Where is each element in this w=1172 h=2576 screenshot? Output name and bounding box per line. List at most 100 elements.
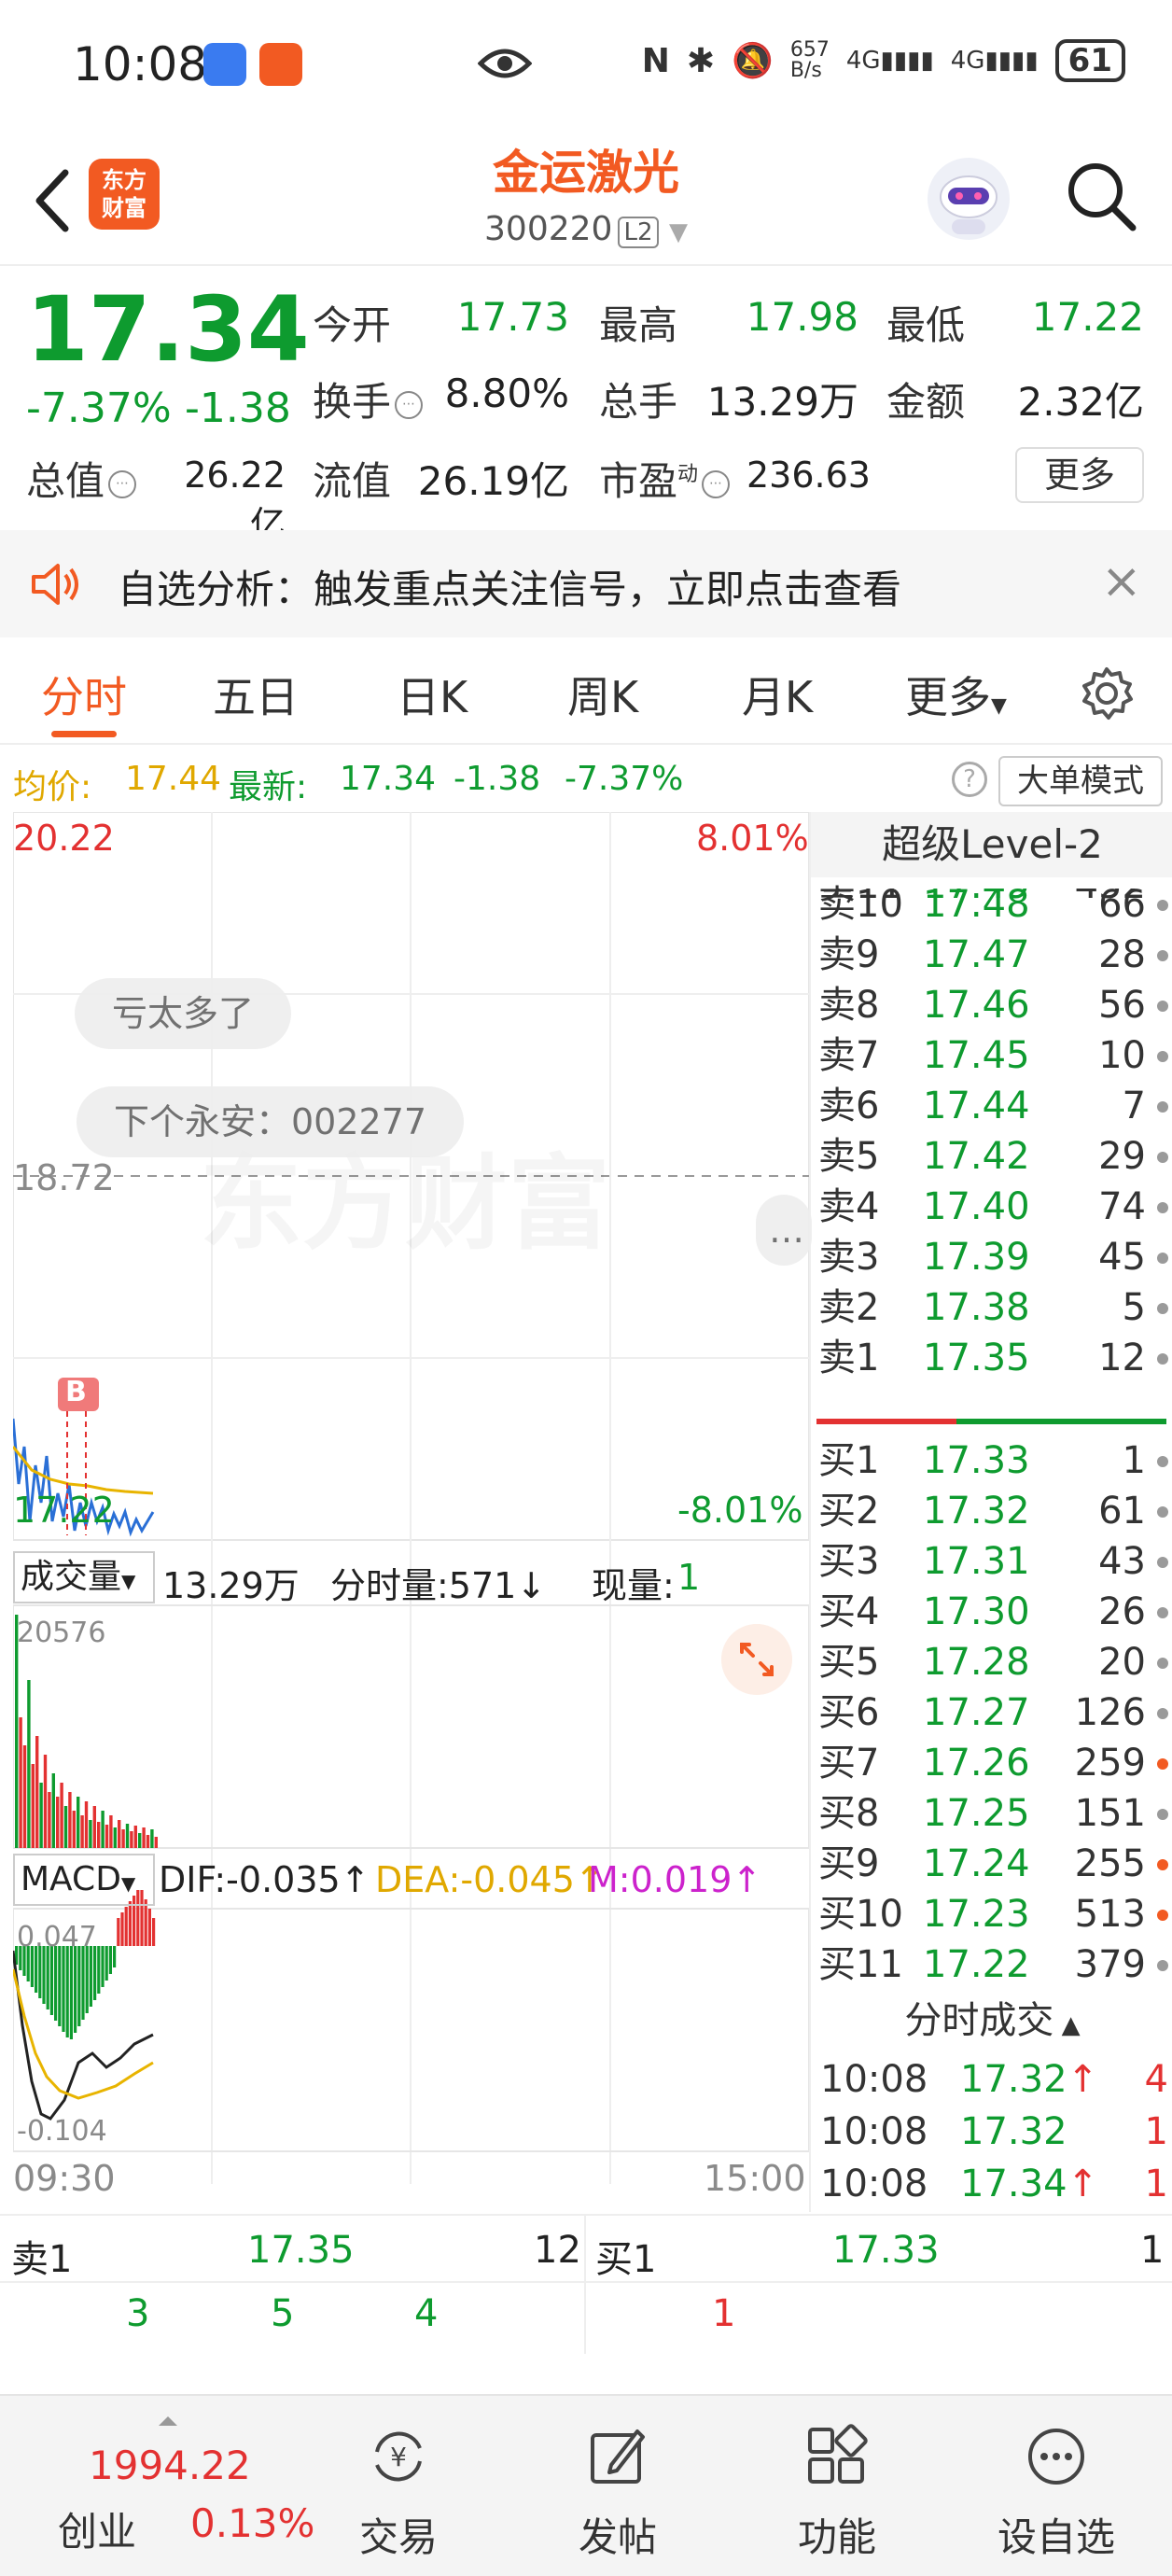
- trade-row[interactable]: 10:08 17.32 1: [811, 2106, 1172, 2158]
- orderbook-bid-row[interactable]: 买7 17.26 259: [811, 1738, 1172, 1788]
- info-icon: ⋯: [108, 469, 137, 498]
- mktcap-label[interactable]: 总值 ⋯: [26, 450, 137, 507]
- macd-bar: [85, 1946, 89, 2013]
- level2-title[interactable]: 超级Level-2: [811, 812, 1172, 877]
- trades-title[interactable]: 分时成交 ▲: [811, 1990, 1172, 2046]
- strip-ask-price: 17.35: [247, 2229, 355, 2272]
- orderbook-bid-row[interactable]: 买3 17.31 43: [811, 1536, 1172, 1587]
- caret-down-icon: ▼: [991, 694, 1007, 718]
- orderbook-ask-row[interactable]: 卖4 17.40 74: [811, 1182, 1172, 1232]
- latest-percent: -7.37%: [565, 760, 684, 798]
- signal-4g-icon: 4G▮▮▮▮: [950, 47, 1039, 75]
- orderbook-bid-row[interactable]: 买8 17.25 151: [811, 1788, 1172, 1839]
- tab-monthly-k[interactable]: 月K: [742, 664, 813, 725]
- gear-icon[interactable]: [1079, 665, 1135, 721]
- volume-bar: [39, 1783, 43, 1848]
- comment-bubble[interactable]: 下个永安：002277: [77, 1086, 465, 1157]
- time-end-label: 15:00: [704, 2158, 806, 2199]
- trade-row[interactable]: 10:08 17.32↑ 4: [811, 2053, 1172, 2106]
- turnover-label[interactable]: 换手 ⋯: [313, 371, 424, 427]
- orderbook-level-label: 卖3: [818, 1236, 880, 1279]
- nav-post[interactable]: 发帖: [524, 2396, 711, 2576]
- big-order-mode-button[interactable]: 大单模式: [998, 756, 1163, 806]
- orderbook-level-label: 买5: [818, 1641, 880, 1684]
- macd-bar: [152, 1918, 156, 1946]
- macd-bar: [120, 1912, 124, 1946]
- caret-down-icon: ▼: [120, 1872, 136, 1895]
- pe-label[interactable]: 市盈动 ⋯: [599, 450, 731, 507]
- amount-value: 2.32亿: [1017, 379, 1144, 425]
- buy-marker[interactable]: B: [65, 1376, 87, 1408]
- nav-trade[interactable]: ¥ 交易: [305, 2396, 492, 2576]
- macd-bar: [38, 1946, 42, 1998]
- analysis-banner[interactable]: 自选分析：触发重点关注信号，立即点击查看 ×: [0, 530, 1172, 637]
- tab-intraday[interactable]: 分时: [41, 664, 127, 725]
- orderbook-ask-row[interactable]: 卖8 17.46 56: [811, 980, 1172, 1030]
- orderbook-ask-row[interactable]: 卖2 17.38 5: [811, 1282, 1172, 1333]
- orderbook-bid-row[interactable]: 买1 17.33 1: [811, 1435, 1172, 1486]
- orderbook-bid-row[interactable]: 买11 17.22 379: [811, 1939, 1172, 1990]
- orderbook-bid-row[interactable]: 买5 17.28 20: [811, 1637, 1172, 1687]
- orderbook-price: 17.31: [923, 1540, 1030, 1583]
- close-icon[interactable]: ×: [1101, 557, 1148, 606]
- index-value: 1994.22: [89, 2443, 251, 2488]
- volume-bar: [31, 1764, 35, 1848]
- orderbook-bid-row[interactable]: 买9 17.24 255: [811, 1839, 1172, 1889]
- macd-bar: [62, 1946, 65, 2032]
- orderbook-bid-row[interactable]: 买10 17.23 513: [811, 1889, 1172, 1939]
- index-ticker[interactable]: 1994.22 创业 0.13%: [19, 2396, 314, 2576]
- comment-bubble-partial[interactable]: …: [756, 1195, 812, 1266]
- orderbook-price: 17.26: [923, 1742, 1030, 1785]
- search-icon[interactable]: [1064, 159, 1138, 233]
- macd-min-label: -0.104: [17, 2115, 107, 2148]
- orderbook-divider: [816, 1419, 1166, 1424]
- orderbook-ask-row[interactable]: 卖7 17.45 10: [811, 1030, 1172, 1081]
- macd-indicator-select[interactable]: MACD▼: [13, 1854, 155, 1906]
- tab-more[interactable]: 更多▼: [905, 664, 1007, 725]
- strip-bid-price: 17.33: [832, 2229, 940, 2272]
- intraday-chart[interactable]: 东方财富 20.22 8.01% 18.72 17.22 -8.01% B 亏太…: [13, 812, 812, 2212]
- volume-indicator-select[interactable]: 成交量▼: [13, 1551, 155, 1603]
- mute-icon: 🔕: [732, 42, 774, 80]
- tab-weekly-k[interactable]: 周K: [567, 664, 638, 725]
- orderbook-ask-row[interactable]: 卖1 17.35 12: [811, 1333, 1172, 1383]
- comment-bubble[interactable]: 亏太多了: [75, 978, 292, 1049]
- order-dot-icon: [1157, 900, 1168, 911]
- trade-row[interactable]: 10:08 17.34↑ 1: [811, 2158, 1172, 2210]
- robot-assistant-icon[interactable]: [924, 154, 1013, 244]
- tab-five-day[interactable]: 五日: [213, 664, 299, 725]
- orderbook-level-label: 买11: [818, 1943, 903, 1986]
- volume-bar: [142, 1827, 146, 1848]
- help-icon[interactable]: ?: [952, 762, 987, 797]
- ask-queue-item: 4: [414, 2292, 439, 2335]
- order-dot-icon: [1157, 950, 1168, 961]
- nav-functions[interactable]: 功能: [744, 2396, 930, 2576]
- bluetooth-icon: ✱: [686, 41, 715, 80]
- float-label: 流值: [313, 458, 392, 504]
- orderbook-ask-row[interactable]: 卖5 17.42 29: [811, 1131, 1172, 1182]
- high-value: 17.98: [746, 294, 858, 340]
- nav-add-watchlist[interactable]: 设自选: [963, 2396, 1150, 2576]
- order-dot-icon: [1157, 1001, 1168, 1012]
- volume-select-label: 成交量: [21, 1558, 122, 1596]
- orderbook-ask-row[interactable]: 卖9 17.47 28: [811, 930, 1172, 980]
- eye-icon: [478, 49, 532, 78]
- orderbook-ask-row[interactable]: 卖6 17.44 7: [811, 1081, 1172, 1131]
- orderbook-bid-row[interactable]: 买2 17.32 61: [811, 1486, 1172, 1536]
- orderbook-ask-row[interactable]: 卖10 17.48 66: [811, 879, 1172, 930]
- volume-header: 成交量▼ 13.29万 分时量:571↓ 现量: 1: [13, 1546, 809, 1611]
- nfc-icon: N: [641, 41, 670, 80]
- more-button[interactable]: 更多: [1015, 447, 1144, 503]
- orderbook-qty: 20: [1098, 1641, 1146, 1684]
- tab-daily-k[interactable]: 日K: [397, 664, 467, 725]
- expand-icon[interactable]: [721, 1624, 792, 1695]
- order-dot-icon: [1157, 1101, 1168, 1113]
- orderbook-bid-row[interactable]: 买6 17.27 126: [811, 1687, 1172, 1738]
- l2-badge: L2: [618, 217, 659, 248]
- avg-label: 均价:: [13, 768, 92, 806]
- orderbook-price: 17.40: [923, 1185, 1030, 1228]
- volume-bar: [19, 1717, 22, 1848]
- orderbook-bid-row[interactable]: 买4 17.30 26: [811, 1587, 1172, 1637]
- orderbook-ask-row[interactable]: 卖3 17.39 45: [811, 1232, 1172, 1282]
- current-price: 17.34: [26, 277, 310, 382]
